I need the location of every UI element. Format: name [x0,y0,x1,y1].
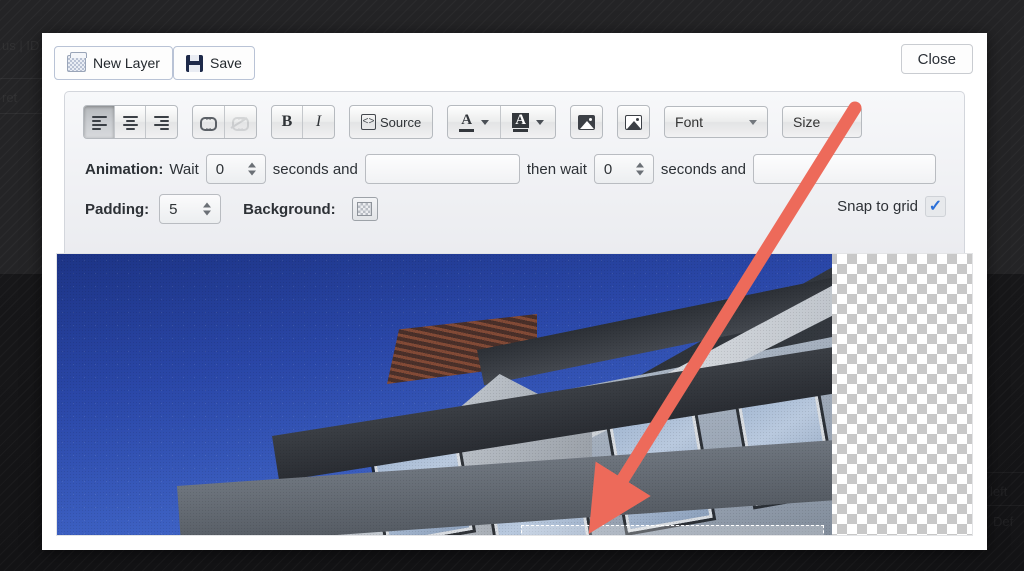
background-ghost-text: left [990,484,1008,499]
align-center-icon [122,115,138,130]
layer-canvas[interactable]: [wpdts] [56,253,973,536]
snap-to-grid-label: Snap to grid [837,198,918,215]
align-center-button[interactable] [115,106,146,138]
size-select[interactable]: Size [782,106,863,138]
checkmark-icon: ✓ [928,197,943,215]
color-button-group: A A [447,105,557,139]
dialog-header: New Layer Save Close [42,33,987,91]
animation-wait-stepper[interactable]: 0 [205,154,266,184]
image-filled-button-group [570,105,604,139]
transparent-swatch-icon [357,202,373,216]
italic-icon: I [315,113,322,130]
chevron-down-icon [481,119,490,125]
padding-stepper[interactable]: 5 [159,194,222,224]
align-left-icon [91,115,107,130]
source-button[interactable]: <> Source [350,106,432,138]
align-right-icon [154,115,169,130]
wait-label: Wait [169,160,199,178]
stepper-arrows-icon[interactable] [635,162,644,176]
alignment-button-group [83,105,178,139]
image-button-group [617,105,651,139]
animation-row: Animation: Wait 0 seconds and then wait … [85,154,967,184]
save-label: Save [210,55,242,71]
source-button-group: <> Source [349,105,434,139]
size-select-label: Size [793,114,821,130]
close-label: Close [917,50,956,68]
background-color-icon: A [512,112,530,132]
animation-then-wait-value: 0 [603,160,613,178]
padding-row: Padding: 5 Background: [85,194,967,224]
link-icon [200,116,217,131]
close-button[interactable]: Close [900,44,973,74]
image-outline-icon [625,114,643,130]
text-layer-box[interactable]: [wpdts] [521,525,824,535]
code-source-icon: <> [361,114,376,130]
background-label: Background: [243,200,336,218]
animation-label: Animation: [85,160,164,178]
text-style-button-group: B I [271,105,335,139]
animation-then-wait-stepper[interactable]: 0 [593,154,654,184]
align-left-button[interactable] [84,106,115,138]
align-right-button[interactable] [146,106,177,138]
layers-icon [67,51,87,72]
padding-value: 5 [169,200,178,218]
text-color-button[interactable]: A [448,106,502,138]
background-ghost-text: us | ID [2,38,40,53]
background-color-button[interactable]: A [501,106,555,138]
animation-wait-value: 0 [215,160,225,178]
then-wait-label: then wait [526,160,587,178]
layer-editor-dialog: New Layer Save Close B I <> Source A A F… [42,33,987,550]
insert-image-button[interactable] [618,106,649,138]
background-photo [57,254,832,535]
image-filled-icon [578,114,596,130]
unlink-icon [230,116,249,131]
bold-button[interactable]: B [272,106,303,138]
background-ghost-text: ret [2,90,18,105]
stepper-arrows-icon[interactable] [247,162,256,176]
chevron-down-icon [843,119,852,125]
insert-link-button[interactable] [193,106,225,138]
animation-effect-in-input[interactable] [364,154,520,184]
background-ghost-text: Def [993,514,1014,529]
background-color-swatch-button[interactable] [351,197,378,221]
seconds-and-label-1: seconds and [272,160,358,178]
italic-button[interactable]: I [303,106,334,138]
source-label: Source [380,114,422,130]
unlink-button[interactable] [225,106,256,138]
chevron-down-icon [749,119,758,125]
padding-label: Padding: [85,200,150,218]
seconds-and-label-2: seconds and [660,160,746,178]
text-color-icon: A [459,112,475,132]
bold-icon: B [281,113,293,130]
stepper-arrows-icon[interactable] [203,202,212,216]
font-select[interactable]: Font [664,106,769,138]
editor-toolbar-panel: B I <> Source A A Font Size Animation: W… [64,91,965,253]
new-layer-button[interactable]: New Layer [54,46,173,80]
floppy-disk-icon [186,54,203,72]
new-layer-label: New Layer [93,55,160,71]
formatting-toolbar: B I <> Source A A Font Size [83,105,876,139]
snap-to-grid-control[interactable]: Snap to grid ✓ [837,196,946,217]
insert-image-filled-button[interactable] [571,106,602,138]
link-button-group [192,105,257,139]
font-select-label: Font [675,114,704,130]
animation-effect-out-input[interactable] [752,154,936,184]
chevron-down-icon [536,119,545,125]
snap-to-grid-checkbox[interactable]: ✓ [925,196,946,217]
save-button[interactable]: Save [173,46,255,80]
